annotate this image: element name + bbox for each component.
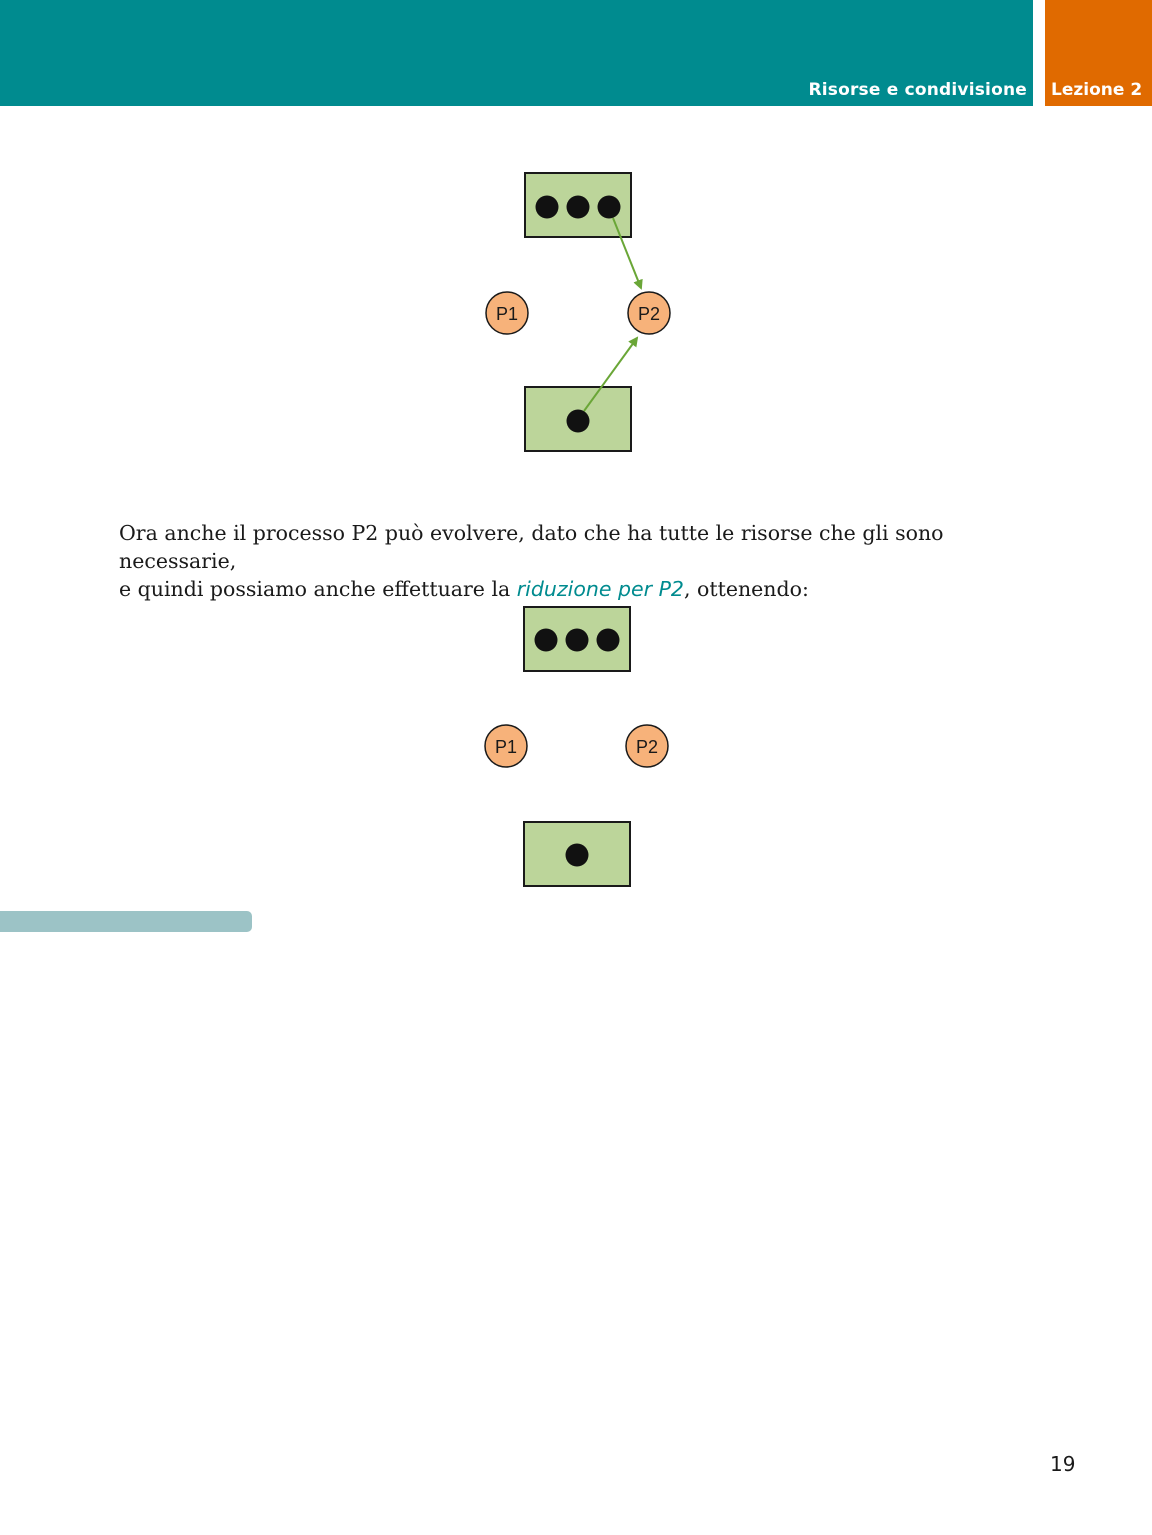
resource-allocation-diagram-before: P1 P2: [485, 172, 671, 452]
process-p2-label: P2: [638, 304, 660, 324]
top-resource-instance-3: [596, 628, 620, 652]
section-title: Risorse e condivisione: [808, 80, 1027, 100]
lesson-label: Lezione 2: [1051, 80, 1143, 100]
top-resource-instance-1: [535, 195, 559, 219]
top-resource-instance-3: [597, 195, 621, 219]
process-p1-label: P1: [496, 304, 518, 324]
process-p2: P2: [625, 724, 669, 768]
process-p1-label: P1: [495, 737, 517, 757]
bottom-resource-instance-1: [566, 409, 590, 433]
bottom-resource-instance-1: [565, 843, 589, 867]
process-p2-label: P2: [636, 737, 658, 757]
page-number: 19: [1050, 1452, 1076, 1476]
body-line-1: Ora anche il processo P2 può evolvere, d…: [119, 521, 944, 573]
top-resource-instance-2: [566, 195, 590, 219]
process-p2: P2: [627, 291, 671, 335]
resource-allocation-diagram-after: P1 P2: [484, 606, 669, 887]
top-resource-instance-1: [534, 628, 558, 652]
process-p1: P1: [484, 724, 528, 768]
top-resource-instance-2: [565, 628, 589, 652]
body-paragraph: Ora anche il processo P2 può evolvere, d…: [119, 519, 1049, 603]
process-p1: P1: [485, 291, 529, 335]
header-band: Risorse e condivisione: [0, 0, 1033, 106]
decorative-side-bar: [0, 911, 252, 932]
lesson-tab: Lezione 2: [1045, 0, 1152, 106]
